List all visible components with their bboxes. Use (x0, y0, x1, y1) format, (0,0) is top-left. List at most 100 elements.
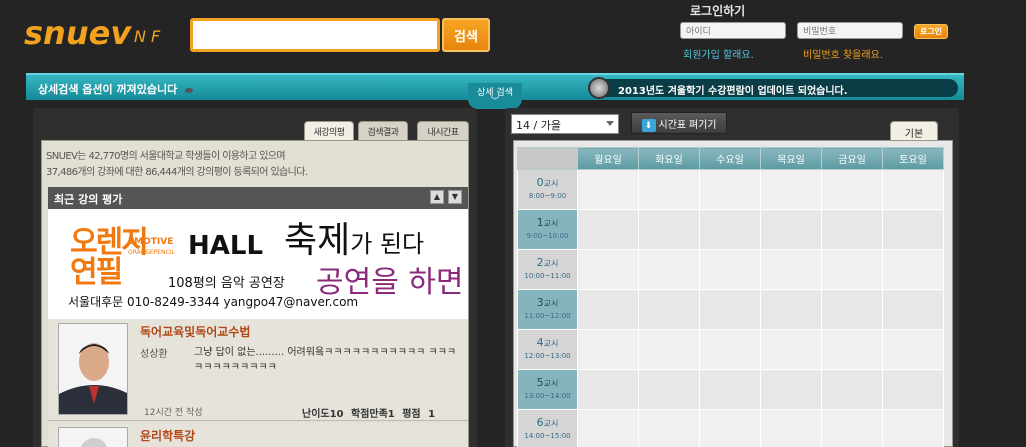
timetable-cell[interactable] (638, 329, 700, 370)
download-icon: ⬇ (641, 118, 656, 132)
timetable-cell[interactable] (760, 329, 822, 370)
period-time: 12:00~13:00 (524, 352, 571, 360)
period-number: 6 (536, 416, 544, 429)
day-header: 수요일 (699, 147, 761, 170)
tab-new-reviews[interactable]: 새강의평 (304, 121, 354, 140)
ad-place: 108평의 음악 공연장 (168, 276, 285, 291)
review-course-title[interactable]: 윤리학특강 (140, 427, 195, 444)
timetable-cell[interactable] (821, 209, 883, 250)
timetable-cell[interactable] (821, 289, 883, 330)
open-timetable-button[interactable]: ⬇ 시간표 펴기기 (631, 112, 727, 134)
search-input[interactable] (190, 18, 440, 52)
timetable-cell[interactable] (882, 329, 944, 370)
notice-text: 2013년도 겨울학기 수강편람이 업데이트 되었습니다. (618, 86, 848, 97)
timetable-cell[interactable] (638, 169, 700, 210)
find-password-link[interactable]: 비밀번호 찾을래요. (803, 46, 883, 61)
signup-link[interactable]: 회원가입 할래요. (683, 46, 754, 61)
timetable-header-row: 월요일 화요일 수요일 목요일 금요일 토요일 (517, 147, 944, 170)
ad-contact: 서울대후문 010-8249-3344 yangpo47@naver.com (68, 295, 359, 309)
semester-value: 14 / 가을 (516, 119, 561, 132)
period-time: 9:00~10:00 (526, 232, 569, 240)
period-unit: 교시 (543, 419, 559, 428)
timetable-cell[interactable] (699, 169, 761, 210)
timetable-cell[interactable] (577, 169, 639, 210)
timetable-cell[interactable] (577, 329, 639, 370)
timetable-row: 4교시 12:00~13:00 (517, 329, 944, 370)
timetable-cell[interactable] (882, 289, 944, 330)
review-item[interactable]: 독어교육및독어교수법 성상환 그냥 답이 없는......... 어려워욬ㅋㅋㅋ… (48, 319, 468, 421)
timetable-cell[interactable] (699, 289, 761, 330)
timetable-cell[interactable] (760, 369, 822, 410)
tab-my-timetable[interactable]: 내시간표 (417, 121, 469, 140)
review-course-title[interactable]: 독어교육및독어교수법 (140, 323, 250, 340)
search-options-bar: 상세검색 옵션이 꺼져있습니다 상세 검색 ﹀ 2013년도 겨울학기 수강편람… (26, 73, 964, 109)
new-reviews-content: SNUEV는 42,770명의 서울대학교 학생들이 이용하고 있으며 37,4… (41, 140, 469, 447)
person-icon (59, 324, 127, 414)
timetable-cell[interactable] (821, 409, 883, 447)
notice-banner[interactable]: 2013년도 겨울학기 수강편람이 업데이트 되었습니다. (588, 77, 958, 99)
period-unit: 교시 (543, 219, 559, 228)
timetable-cell[interactable] (577, 249, 639, 290)
timetable-cell[interactable] (882, 169, 944, 210)
timetable-cell[interactable] (638, 409, 700, 447)
timetable-cell[interactable] (760, 169, 822, 210)
snuev-logo[interactable]: snuev N F (24, 12, 184, 56)
timetable-cell[interactable] (821, 329, 883, 370)
ad-festival-small: 가 된다 (350, 230, 425, 258)
timetable-cell[interactable] (760, 249, 822, 290)
timetable-cell[interactable] (638, 209, 700, 250)
timetable-cell[interactable] (699, 249, 761, 290)
timetable-cell[interactable] (821, 249, 883, 290)
period-label: 1교시 9:00~10:00 (517, 209, 578, 250)
chevron-down-icon: ﹀ (490, 97, 500, 107)
timetable-row: 3교시 11:00~12:00 (517, 289, 944, 330)
period-label: 0교시 8:00~9:00 (517, 169, 578, 210)
timetable-cell[interactable] (577, 409, 639, 447)
timetable-cell[interactable] (760, 289, 822, 330)
advanced-search-toggle[interactable]: 상세 검색 ﹀ (468, 83, 522, 109)
advertisement-banner[interactable]: 오렌지 연필 EMOTIVE ORANGEPENCIL HALL 축제가 된다 … (48, 209, 468, 319)
timetable-cell[interactable] (882, 209, 944, 250)
semester-select[interactable]: 14 / 가을 (511, 114, 619, 134)
timetable-cell[interactable] (760, 209, 822, 250)
period-label: 2교시 10:00~11:00 (517, 249, 578, 290)
timetable-cell[interactable] (577, 369, 639, 410)
timetable-grid: 월요일 화요일 수요일 목요일 금요일 토요일 0교시 8:00~9:00 1교시 9… (517, 147, 944, 447)
timetable-cell[interactable] (882, 409, 944, 447)
timetable-cell[interactable] (882, 249, 944, 290)
left-panel: 새강의평 검색결과 내시간표 SNUEV는 42,770명의 서울대학교 학생들… (33, 108, 477, 447)
timetable-row: 0교시 8:00~9:00 (517, 169, 944, 210)
timetable-cell[interactable] (699, 409, 761, 447)
timetable-corner (517, 147, 578, 170)
timetable-cell[interactable] (760, 409, 822, 447)
timetable-cell[interactable] (638, 369, 700, 410)
timetable-row: 6교시 14:00~15:00 (517, 409, 944, 447)
advanced-search-status: 상세검색 옵션이 꺼져있습니다 (38, 81, 194, 97)
advanced-search-message: 상세검색 옵션이 꺼져있습니다 (38, 83, 178, 96)
login-button[interactable]: 로그인 (914, 24, 948, 39)
timetable-cell[interactable] (638, 249, 700, 290)
review-item[interactable]: 윤리학특강 (48, 423, 468, 447)
password-input[interactable] (797, 22, 903, 39)
site-stats-line2: 37,486개의 강좌에 대한 86,444개의 강의평이 등록되어 있습니다. (46, 167, 308, 178)
timetable-cell[interactable] (882, 369, 944, 410)
tab-search-results[interactable]: 검색결과 (358, 121, 408, 140)
timetable-cell[interactable] (577, 209, 639, 250)
ad-festival: 축제가 된다 (284, 211, 424, 263)
timetable-cell[interactable] (577, 289, 639, 330)
timetable-cell[interactable] (821, 169, 883, 210)
period-time: 10:00~11:00 (524, 272, 571, 280)
scroll-up-icon[interactable]: ▲ (430, 190, 444, 204)
timetable-cell[interactable] (699, 329, 761, 370)
id-input[interactable] (680, 22, 786, 39)
timetable-cell[interactable] (821, 369, 883, 410)
speaker-icon (588, 77, 610, 99)
ad-orange-text-2: 연필 (70, 255, 123, 290)
search-button[interactable]: 검색 (442, 18, 490, 52)
day-header: 월요일 (577, 147, 639, 170)
timetable-cell[interactable] (699, 369, 761, 410)
timetable-cell[interactable] (638, 289, 700, 330)
timetable-cell[interactable] (699, 209, 761, 250)
tab-basic[interactable]: 기본 (890, 121, 938, 140)
scroll-down-icon[interactable]: ▼ (448, 190, 462, 204)
